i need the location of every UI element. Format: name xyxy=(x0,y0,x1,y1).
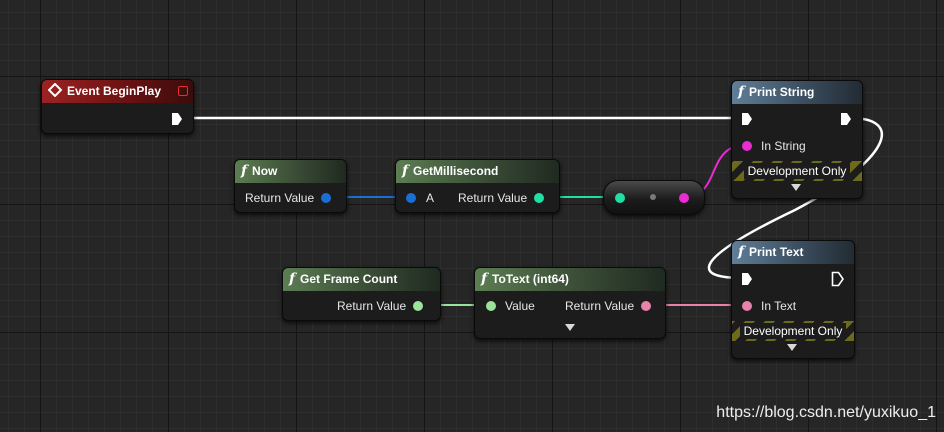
wires-layer xyxy=(182,116,884,306)
exec-out-pin[interactable] xyxy=(840,112,852,126)
return-value-label: Return Value xyxy=(565,299,635,313)
value-pin[interactable] xyxy=(486,301,496,311)
node-title: Print String xyxy=(749,85,815,99)
conversion-dot-icon xyxy=(650,194,656,200)
event-beginplay-header: Event BeginPlay xyxy=(42,80,193,103)
return-value-pin[interactable] xyxy=(534,193,544,203)
expand-arrow-icon[interactable] xyxy=(787,344,797,351)
in-text-label: In Text xyxy=(761,299,797,313)
totext-int64-node[interactable]: f ToText (int64) Value Return Value xyxy=(474,267,666,339)
function-icon: f xyxy=(738,244,745,260)
value-label: Value xyxy=(505,299,535,313)
return-value-pin[interactable] xyxy=(321,193,331,203)
delegate-pin[interactable] xyxy=(178,86,188,96)
node-title: Get Frame Count xyxy=(300,272,398,286)
function-icon: f xyxy=(481,271,488,287)
return-value-pin[interactable] xyxy=(641,301,651,311)
now-node[interactable]: f Now Return Value xyxy=(234,159,347,213)
totext-header: f ToText (int64) xyxy=(475,268,665,291)
watermark-text: https://blog.csdn.net/yuxikuo_1 xyxy=(716,404,936,421)
development-only-banner: Development Only xyxy=(732,161,862,181)
exec-in-pin[interactable] xyxy=(741,112,753,126)
exec-out-pin[interactable] xyxy=(171,112,183,126)
get-frame-count-header: f Get Frame Count xyxy=(283,268,440,291)
function-icon: f xyxy=(402,163,409,179)
conversion-out-pin[interactable] xyxy=(679,193,689,203)
node-title: Now xyxy=(252,164,278,178)
conversion-in-pin[interactable] xyxy=(615,193,625,203)
function-icon: f xyxy=(241,163,248,179)
return-value-label: Return Value xyxy=(458,191,528,205)
expand-arrow-icon[interactable] xyxy=(565,324,575,331)
event-diamond-icon xyxy=(47,82,63,98)
event-beginplay-node[interactable]: Event BeginPlay xyxy=(41,79,194,134)
node-title: Print Text xyxy=(749,245,804,259)
in-string-pin[interactable] xyxy=(742,141,752,151)
print-text-node[interactable]: f Print Text In Text Development Only xyxy=(731,240,855,359)
conversion-node[interactable] xyxy=(603,180,705,215)
return-value-label: Return Value xyxy=(337,299,407,313)
exec-out-pin[interactable] xyxy=(831,271,845,287)
get-frame-count-node[interactable]: f Get Frame Count Return Value xyxy=(282,267,441,321)
getmillisecond-header: f GetMillisecond xyxy=(396,160,559,183)
a-label: A xyxy=(426,191,435,205)
node-title: ToText (int64) xyxy=(492,272,569,286)
now-header: f Now xyxy=(235,160,346,183)
function-icon: f xyxy=(738,84,745,100)
expand-arrow-icon[interactable] xyxy=(791,184,801,191)
print-text-header: f Print Text xyxy=(732,241,854,264)
node-title: GetMillisecond xyxy=(413,164,499,178)
in-string-label: In String xyxy=(761,139,806,153)
node-title: Event BeginPlay xyxy=(67,84,162,98)
getmillisecond-node[interactable]: f GetMillisecond A Return Value xyxy=(395,159,560,213)
exec-in-pin[interactable] xyxy=(741,272,753,286)
a-pin[interactable] xyxy=(406,193,416,203)
in-text-pin[interactable] xyxy=(742,301,752,311)
development-only-banner: Development Only xyxy=(732,321,854,341)
print-string-header: f Print String xyxy=(732,81,862,104)
return-value-label: Return Value xyxy=(245,191,315,205)
print-string-node[interactable]: f Print String In String Development Only xyxy=(731,80,863,199)
return-value-pin[interactable] xyxy=(413,301,423,311)
function-icon: f xyxy=(289,271,296,287)
